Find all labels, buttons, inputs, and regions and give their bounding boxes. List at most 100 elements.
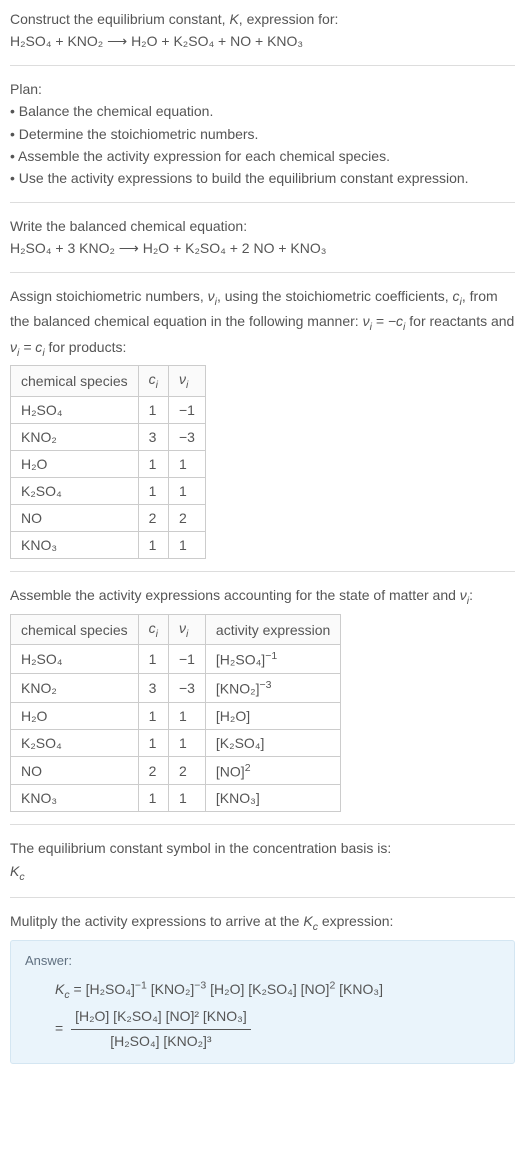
- table-header-row: chemical species ci νi activity expressi…: [11, 614, 341, 645]
- cell: −3: [168, 424, 205, 451]
- intro-equation: H₂SO₄ + KNO₂ ⟶ H₂O + K₂SO₄ + NO + KNO₃: [10, 30, 515, 52]
- cell: NO: [11, 756, 139, 785]
- act-base: [KNO₃]: [216, 790, 260, 806]
- col-ci: ci: [138, 366, 168, 397]
- c-symbol: ci: [453, 288, 462, 304]
- stoich-section: Assign stoichiometric numbers, νi, using…: [10, 273, 515, 573]
- col-species: chemical species: [11, 614, 139, 645]
- plan-item: • Balance the chemical equation.: [10, 100, 515, 122]
- cell: 1: [168, 451, 205, 478]
- intro-text-b: , expression for:: [239, 11, 339, 27]
- multiply-text: Mulitply the activity expressions to arr…: [10, 910, 515, 936]
- cell: K₂SO₄: [11, 478, 139, 505]
- exp: −3: [194, 979, 206, 991]
- cell: 1: [168, 785, 205, 812]
- answer-label: Answer:: [25, 953, 500, 968]
- table-row: H₂SO₄1−1[H₂SO₄]−1: [11, 645, 341, 674]
- symbol-value: Kc: [10, 860, 515, 886]
- cell: 1: [138, 785, 168, 812]
- cell: 1: [138, 478, 168, 505]
- table-row: K₂SO₄11: [11, 478, 206, 505]
- k-symbol: K: [229, 11, 238, 27]
- cell: 2: [168, 756, 205, 785]
- cell: −1: [168, 397, 205, 424]
- table-row: KNO₂3−3[KNO₂]−3: [11, 674, 341, 703]
- cell: H₂SO₄: [11, 397, 139, 424]
- table-row: H₂O11[H₂O]: [11, 702, 341, 729]
- symbol-text: The equilibrium constant symbol in the c…: [10, 837, 515, 859]
- plan-item: • Use the activity expressions to build …: [10, 167, 515, 189]
- cell: −3: [168, 674, 205, 703]
- stoich-table: chemical species ci νi H₂SO₄1−1 KNO₂3−3 …: [10, 365, 206, 559]
- eq-sign-2: =: [55, 1020, 67, 1036]
- col-ci: ci: [138, 614, 168, 645]
- activity-section: Assemble the activity expressions accoun…: [10, 572, 515, 825]
- cell: 1: [168, 729, 205, 756]
- col-species: chemical species: [11, 366, 139, 397]
- cell: 1: [138, 729, 168, 756]
- plan-item: • Determine the stoichiometric numbers.: [10, 123, 515, 145]
- cell: 1: [138, 451, 168, 478]
- cell: [KNO₂]−3: [205, 674, 340, 703]
- cell: 2: [168, 505, 205, 532]
- term: [H₂SO₄]: [86, 981, 135, 997]
- term: [KNO₃]: [339, 981, 383, 997]
- stoich-text: Assign stoichiometric numbers, νi, using…: [10, 285, 515, 362]
- table-row: H₂O11: [11, 451, 206, 478]
- activity-text: Assemble the activity expressions accoun…: [10, 584, 515, 610]
- term: [H₂O]: [210, 981, 244, 997]
- cell: K₂SO₄: [11, 729, 139, 756]
- act-exp: −1: [265, 650, 277, 662]
- plan-item: • Assemble the activity expression for e…: [10, 145, 515, 167]
- nu-eq-c: νi = ci: [10, 339, 45, 355]
- act-base: [H₂O]: [216, 708, 250, 724]
- table-row: K₂SO₄11[K₂SO₄]: [11, 729, 341, 756]
- cell: KNO₃: [11, 785, 139, 812]
- cell: KNO₃: [11, 532, 139, 559]
- plan-label: Plan:: [10, 78, 515, 100]
- nu-eq-neg-c: νi = −ci: [363, 313, 406, 329]
- multiply-text-b: expression:: [318, 913, 393, 929]
- act-base: [NO]: [216, 763, 245, 779]
- cell: 2: [138, 756, 168, 785]
- col-nui: νi: [168, 614, 205, 645]
- exp: 2: [329, 979, 335, 991]
- cell: [KNO₃]: [205, 785, 340, 812]
- answer-line-1: Kc = [H₂SO₄]−1 [KNO₂]−3 [H₂O] [K₂SO₄] [N…: [55, 974, 500, 1007]
- fraction-denominator: [H₂SO₄] [KNO₂]³: [71, 1030, 251, 1052]
- answer-line-2: = [H₂O] [K₂SO₄] [NO]² [KNO₃] [H₂SO₄] [KN…: [55, 1007, 500, 1051]
- kc-k: K: [10, 863, 19, 879]
- table-row: NO22: [11, 505, 206, 532]
- multiply-section: Mulitply the activity expressions to arr…: [10, 898, 515, 1076]
- cell: KNO₂: [11, 674, 139, 703]
- nu-symbol: νi: [208, 288, 217, 304]
- answer-box: Answer: Kc = [H₂SO₄]−1 [KNO₂]−3 [H₂O] [K…: [10, 940, 515, 1064]
- table-row: KNO₂3−3: [11, 424, 206, 451]
- table-row: H₂SO₄1−1: [11, 397, 206, 424]
- act-base: [K₂SO₄]: [216, 735, 265, 751]
- intro-title: Construct the equilibrium constant, K, e…: [10, 8, 515, 30]
- cell: 3: [138, 674, 168, 703]
- term: [KNO₂]: [151, 981, 195, 997]
- cell: [NO]2: [205, 756, 340, 785]
- act-base: [KNO₂]: [216, 681, 260, 697]
- cell: 2: [138, 505, 168, 532]
- stoich-text-e: for products:: [45, 339, 127, 355]
- balanced-equation: H₂SO₄ + 3 KNO₂ ⟶ H₂O + K₂SO₄ + 2 NO + KN…: [10, 237, 515, 259]
- table-header-row: chemical species ci νi: [11, 366, 206, 397]
- table-row: KNO₃11[KNO₃]: [11, 785, 341, 812]
- cell: H₂O: [11, 702, 139, 729]
- act-base: [H₂SO₄]: [216, 652, 265, 668]
- activity-table: chemical species ci νi activity expressi…: [10, 614, 341, 813]
- multiply-text-a: Mulitply the activity expressions to arr…: [10, 913, 303, 929]
- act-exp: −3: [259, 679, 271, 691]
- cell: −1: [168, 645, 205, 674]
- cell: 1: [168, 702, 205, 729]
- cell: NO: [11, 505, 139, 532]
- cell: 1: [138, 645, 168, 674]
- intro-section: Construct the equilibrium constant, K, e…: [10, 8, 515, 66]
- cell: 1: [138, 532, 168, 559]
- balanced-label: Write the balanced chemical equation:: [10, 215, 515, 237]
- kc-k: K: [55, 981, 64, 997]
- cell: [H₂SO₄]−1: [205, 645, 340, 674]
